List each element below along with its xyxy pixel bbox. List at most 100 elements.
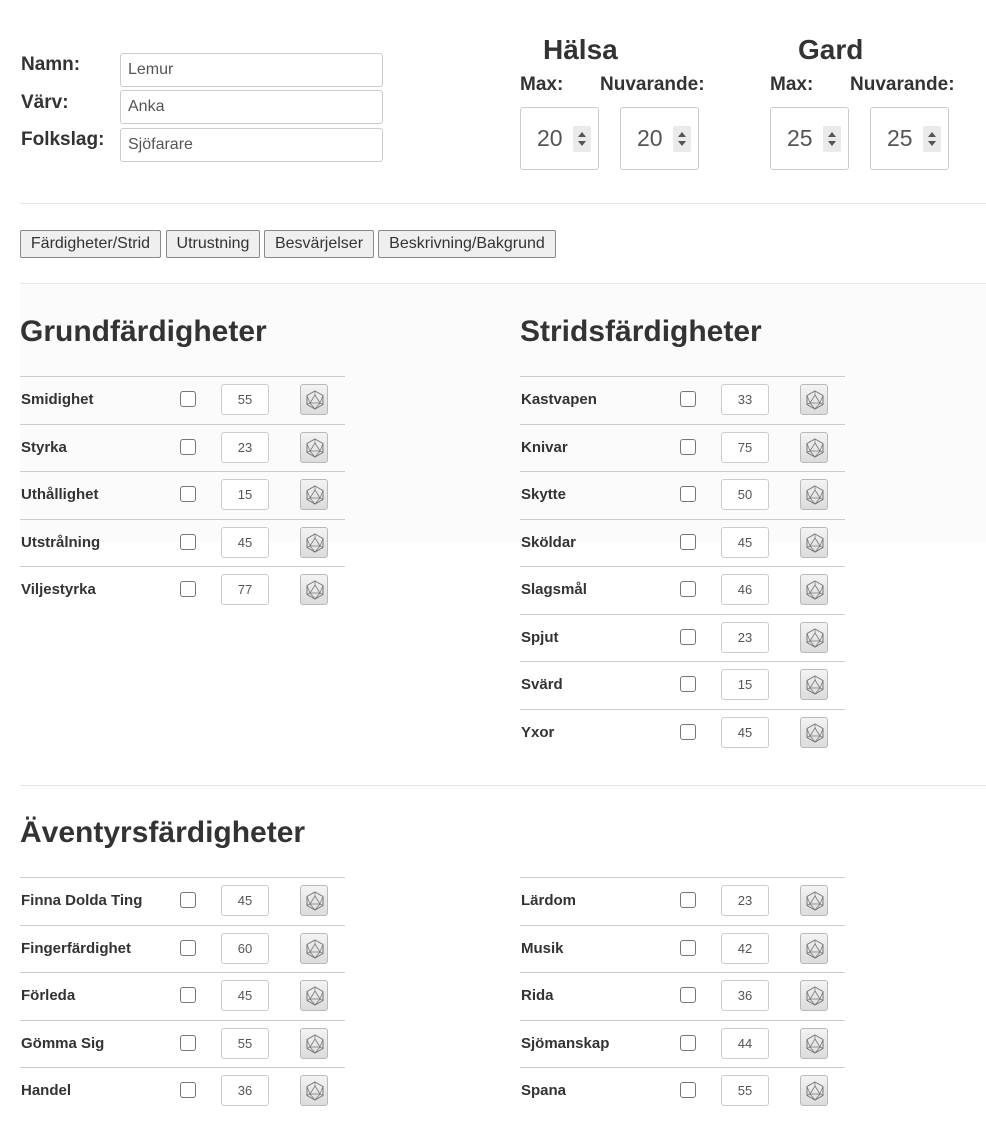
gard-max-input[interactable]: 25 xyxy=(770,107,849,170)
skill-value-input[interactable]: 46 xyxy=(721,574,769,605)
skill-value-input[interactable]: 33 xyxy=(721,384,769,415)
halsa-current-input[interactable]: 20 xyxy=(620,107,699,170)
skill-value-input[interactable]: 75 xyxy=(721,431,769,463)
skill-value-input[interactable]: 15 xyxy=(221,479,269,510)
skill-checkbox[interactable] xyxy=(680,391,696,407)
arrow-down-icon[interactable] xyxy=(928,141,936,146)
skill-value-input[interactable]: 45 xyxy=(721,526,769,558)
roll-button[interactable] xyxy=(300,479,328,510)
arrow-up-icon[interactable] xyxy=(828,132,836,137)
halsa-current-value: 20 xyxy=(637,125,663,151)
arrow-up-icon[interactable] xyxy=(578,132,586,137)
roll-button[interactable] xyxy=(300,932,328,964)
skill-value-input[interactable]: 45 xyxy=(221,526,269,558)
varv-input[interactable]: Anka xyxy=(120,90,383,124)
skill-name: Svärd xyxy=(521,676,563,693)
roll-button[interactable] xyxy=(300,384,328,415)
skill-checkbox[interactable] xyxy=(680,939,696,956)
skill-checkbox[interactable] xyxy=(180,1034,196,1051)
roll-button[interactable] xyxy=(300,1027,328,1059)
skill-checkbox[interactable] xyxy=(680,438,696,455)
tab-besvarjelser[interactable]: Besvärjelser xyxy=(264,230,374,258)
skill-checkbox[interactable] xyxy=(180,581,196,597)
skill-value-input[interactable]: 45 xyxy=(721,716,769,748)
skill-checkbox[interactable] xyxy=(680,723,696,740)
halsa-current-label: Nuvarande: xyxy=(600,74,705,95)
arrow-down-icon[interactable] xyxy=(828,141,836,146)
arrow-up-icon[interactable] xyxy=(678,132,686,137)
roll-button[interactable] xyxy=(300,574,328,605)
roll-button[interactable] xyxy=(800,885,828,916)
arrow-down-icon[interactable] xyxy=(578,141,586,146)
name-input[interactable]: Lemur xyxy=(120,53,383,87)
skill-value-input[interactable]: 50 xyxy=(721,479,769,510)
roll-button[interactable] xyxy=(300,980,328,1011)
skill-checkbox[interactable] xyxy=(680,987,696,1003)
roll-button[interactable] xyxy=(300,431,328,463)
roll-button[interactable] xyxy=(800,431,828,463)
skill-checkbox[interactable] xyxy=(180,987,196,1003)
skill-checkbox[interactable] xyxy=(180,438,196,455)
roll-button[interactable] xyxy=(800,932,828,964)
roll-button[interactable] xyxy=(800,621,828,653)
skill-name: Styrka xyxy=(21,438,67,456)
arrow-up-icon[interactable] xyxy=(928,132,936,137)
skill-name: Fingerfärdighet xyxy=(21,939,132,957)
skill-checkbox[interactable] xyxy=(180,486,196,502)
roll-button[interactable] xyxy=(800,669,828,700)
skill-value-input[interactable]: 23 xyxy=(721,621,769,653)
skill-checkbox[interactable] xyxy=(180,1082,196,1098)
roll-button[interactable] xyxy=(800,384,828,415)
skill-value-input[interactable]: 44 xyxy=(721,1027,769,1059)
tab-fardigheter-strid[interactable]: Färdigheter/Strid xyxy=(20,230,161,258)
roll-button[interactable] xyxy=(800,716,828,748)
halsa-current-stepper[interactable] xyxy=(673,126,691,152)
skill-checkbox[interactable] xyxy=(680,1034,696,1051)
tab-beskrivning-bakgrund[interactable]: Beskrivning/Bakgrund xyxy=(378,230,556,258)
skill-value-input[interactable]: 23 xyxy=(221,431,269,463)
divider xyxy=(20,785,986,786)
skill-value-input[interactable]: 45 xyxy=(221,980,269,1011)
skill-value-input[interactable]: 60 xyxy=(221,932,269,964)
roll-button[interactable] xyxy=(800,1075,828,1106)
skill-value-input[interactable]: 36 xyxy=(721,980,769,1011)
arrow-down-icon[interactable] xyxy=(678,141,686,146)
roll-button[interactable] xyxy=(300,1075,328,1106)
skill-value-input[interactable]: 77 xyxy=(221,574,269,605)
tab-utrustning[interactable]: Utrustning xyxy=(166,230,260,258)
skill-row: Musik 42 xyxy=(520,924,845,972)
skill-checkbox[interactable] xyxy=(180,391,196,407)
gard-max-stepper[interactable] xyxy=(823,126,841,152)
skill-checkbox[interactable] xyxy=(680,581,696,597)
skill-checkbox[interactable] xyxy=(680,1082,696,1098)
skill-checkbox[interactable] xyxy=(680,628,696,645)
skill-value-input[interactable]: 15 xyxy=(721,669,769,700)
skill-value-input[interactable]: 45 xyxy=(221,885,269,916)
roll-button[interactable] xyxy=(800,980,828,1011)
halsa-max-input[interactable]: 20 xyxy=(520,107,599,170)
skill-value-input[interactable]: 55 xyxy=(221,1027,269,1059)
gard-current-input[interactable]: 25 xyxy=(870,107,949,170)
roll-button[interactable] xyxy=(800,1027,828,1059)
skill-checkbox[interactable] xyxy=(180,533,196,550)
roll-button[interactable] xyxy=(800,479,828,510)
skill-checkbox[interactable] xyxy=(180,939,196,956)
skill-checkbox[interactable] xyxy=(180,892,196,908)
skill-checkbox[interactable] xyxy=(680,892,696,908)
skill-value-input[interactable]: 55 xyxy=(221,384,269,415)
skill-value-input[interactable]: 36 xyxy=(221,1075,269,1106)
skill-row: Spjut 23 xyxy=(520,613,845,661)
roll-button[interactable] xyxy=(300,526,328,558)
skill-checkbox[interactable] xyxy=(680,533,696,550)
roll-button[interactable] xyxy=(800,526,828,558)
roll-button[interactable] xyxy=(300,885,328,916)
gard-current-stepper[interactable] xyxy=(923,126,941,152)
skill-checkbox[interactable] xyxy=(680,486,696,502)
roll-button[interactable] xyxy=(800,574,828,605)
skill-value-input[interactable]: 23 xyxy=(721,885,769,916)
halsa-max-stepper[interactable] xyxy=(573,126,591,152)
folkslag-input[interactable]: Sjöfarare xyxy=(120,128,383,162)
skill-checkbox[interactable] xyxy=(680,676,696,692)
skill-value-input[interactable]: 42 xyxy=(721,932,769,964)
skill-value-input[interactable]: 55 xyxy=(721,1075,769,1106)
